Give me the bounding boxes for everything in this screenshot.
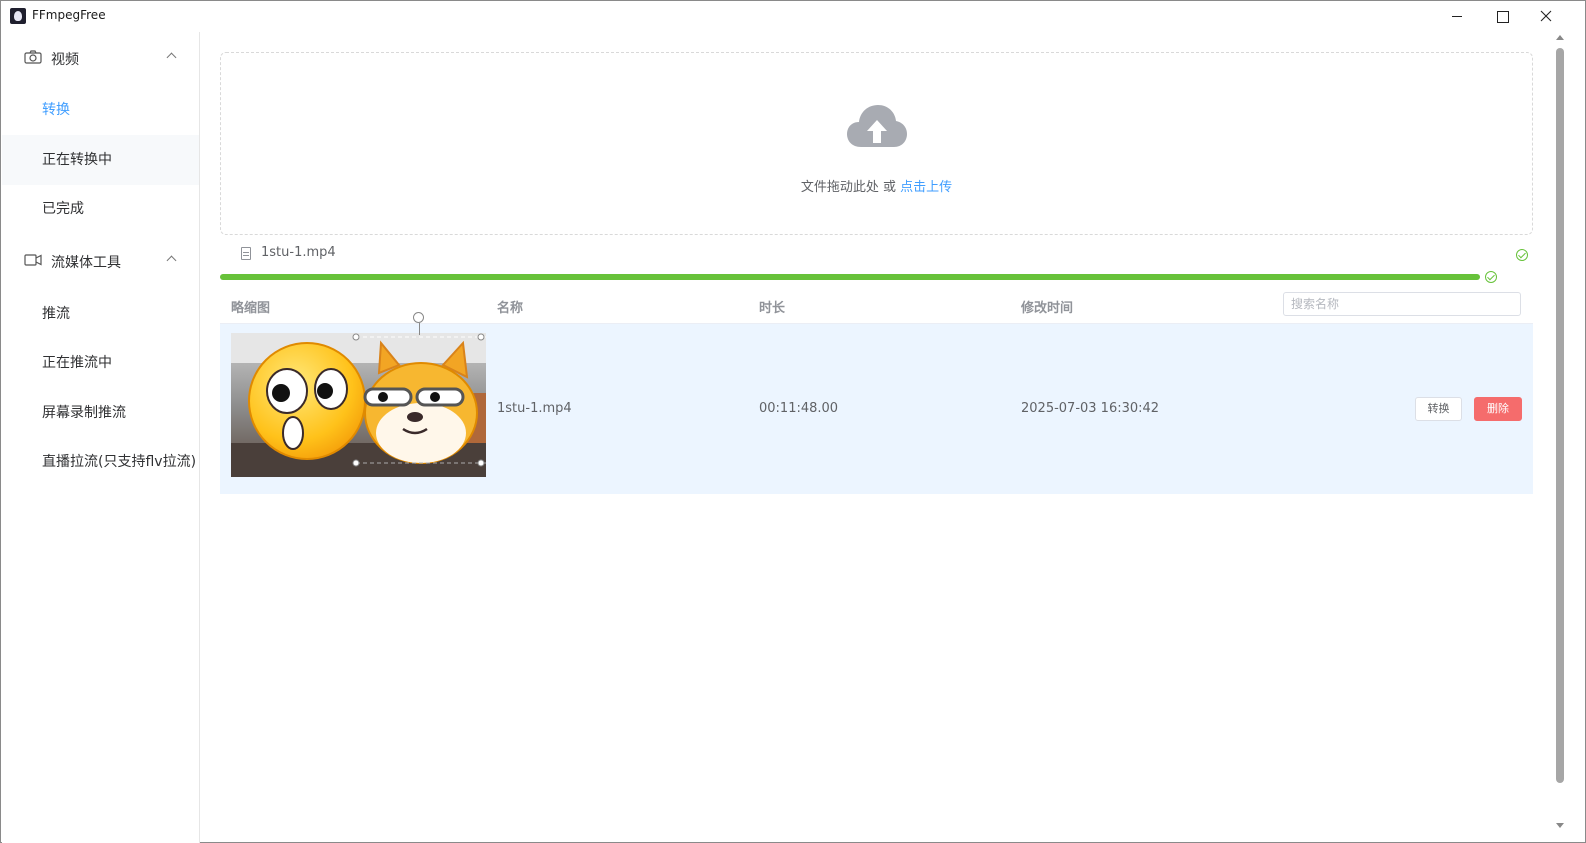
upload-progress-fill (220, 274, 1480, 280)
video-thumbnail (231, 333, 486, 477)
scroll-up-icon[interactable] (1556, 35, 1564, 40)
column-header-duration: 时长 (759, 301, 786, 316)
delete-button[interactable]: 删除 (1474, 397, 1522, 421)
column-header-thumbnail: 略缩图 (231, 301, 271, 316)
rotate-handle[interactable] (413, 312, 424, 323)
success-check-icon (1516, 249, 1528, 261)
menu-group-video[interactable]: 视频 (2, 32, 199, 84)
camera-icon (24, 50, 42, 64)
close-icon (1540, 10, 1552, 22)
click-upload-link[interactable]: 点击上传 (900, 180, 952, 195)
chevron-up-icon (166, 52, 177, 63)
video-camera-icon (24, 254, 42, 266)
search-input[interactable] (1283, 292, 1521, 316)
scroll-down-icon[interactable] (1556, 823, 1564, 828)
upload-hint: 文件拖动此处 或 点击上传 (221, 176, 1532, 195)
maximize-button[interactable] (1479, 1, 1525, 31)
upload-dropzone[interactable]: 文件拖动此处 或 点击上传 (220, 52, 1533, 235)
sidebar-item-converting[interactable]: 正在转换中 (2, 135, 199, 185)
menu-group-streaming[interactable]: 流媒体工具 (2, 235, 199, 287)
uploaded-file-name: 1stu-1.mp4 (261, 245, 336, 260)
minimize-button[interactable] (1434, 1, 1480, 31)
close-button[interactable] (1523, 1, 1569, 31)
scrollbar-thumb[interactable] (1556, 48, 1564, 783)
table-row[interactable]: 1stu-1.mp4 00:11:48.00 2025-07-03 16:30:… (220, 324, 1533, 494)
sidebar-item-convert[interactable]: 转换 (2, 85, 199, 135)
upload-hint-text: 文件拖动此处 或 (800, 180, 901, 195)
progress-complete-icon (1485, 271, 1497, 283)
upload-progress-bar (220, 274, 1480, 280)
uploaded-file-item: 1stu-1.mp4 (220, 242, 1533, 266)
sidebar-item-pushing[interactable]: 正在推流中 (2, 338, 199, 388)
cell-file-name: 1stu-1.mp4 (497, 401, 572, 416)
vertical-scrollbar[interactable] (1553, 32, 1567, 832)
sidebar-menu: 视频 转换 正在转换中 已完成 流媒体工具 推流 正在推流中 屏幕录制推流 直播… (2, 32, 200, 843)
convert-button[interactable]: 转换 (1415, 397, 1462, 421)
app-window: FFmpegFree 视频 转换 正在转换中 已完成 流媒体工具 推流 正在推流… (0, 0, 1586, 843)
sidebar-item-screen-record[interactable]: 屏幕录制推流 (2, 388, 199, 438)
thumbnail-image (231, 333, 486, 477)
sidebar-item-completed[interactable]: 已完成 (2, 184, 199, 234)
title-bar: FFmpegFree (1, 1, 1585, 31)
column-header-modified: 修改时间 (1021, 301, 1074, 316)
cell-modified-time: 2025-07-03 16:30:42 (1021, 401, 1160, 416)
menu-group-label: 流媒体工具 (51, 255, 121, 271)
document-icon (241, 247, 251, 260)
sidebar-item-live-pull[interactable]: 直播拉流(只支持flv拉流) (2, 437, 199, 487)
cell-duration: 00:11:48.00 (759, 401, 839, 416)
rotate-handle-stem (419, 323, 420, 335)
cloud-upload-icon (847, 105, 907, 147)
column-header-name: 名称 (497, 301, 524, 316)
window-title: FFmpegFree (32, 8, 106, 22)
menu-group-label: 视频 (51, 52, 79, 68)
chevron-up-icon (166, 255, 177, 266)
app-logo-icon (10, 8, 26, 24)
sidebar-item-push-stream[interactable]: 推流 (2, 289, 199, 339)
